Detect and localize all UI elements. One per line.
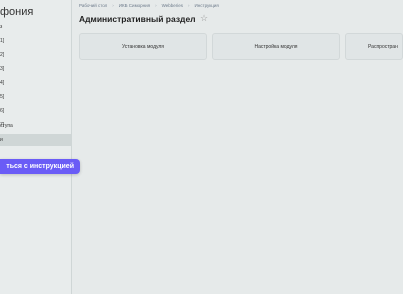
sidebar-item-active[interactable]: и [0, 134, 71, 146]
breadcrumb-item[interactable]: ИКБ Симорния [119, 3, 150, 8]
sidebar-item[interactable]: 5] [0, 91, 71, 103]
breadcrumb-item[interactable]: Webberies [162, 3, 183, 8]
sidebar-item[interactable]: 4] [0, 77, 71, 89]
sidebar-item[interactable]: з [0, 21, 71, 33]
breadcrumb-separator-icon: › [188, 3, 190, 8]
sidebar-item[interactable]: 6] [0, 105, 71, 117]
sidebar-title: фония [0, 6, 34, 18]
favorite-star-icon[interactable]: ☆ [200, 13, 208, 24]
sidebar-item[interactable]: 3] [0, 63, 71, 75]
card-distribution[interactable]: Распростран [345, 33, 403, 60]
breadcrumb-separator-icon: › [155, 3, 157, 8]
breadcrumb-item[interactable]: Инструкция [195, 3, 219, 8]
breadcrumb-separator-icon: › [112, 3, 114, 8]
page-title: Административный раздел [79, 14, 196, 24]
breadcrumb-item[interactable]: Рабочий стол [79, 3, 107, 8]
open-instruction-button[interactable]: ться с инструкцией [0, 159, 80, 174]
sidebar-item-access[interactable]: ступа [0, 120, 71, 132]
sidebar: фония з 1] 2] 3] 4] 5] 6] 7] ступа и [0, 0, 72, 294]
card-install-module[interactable]: Установка модуля [79, 33, 207, 60]
sidebar-item[interactable]: 2] [0, 49, 71, 61]
card-module-settings[interactable]: Настройка модуля [212, 33, 340, 60]
breadcrumb: Рабочий стол › ИКБ Симорния › Webberies › Инст… [79, 3, 219, 8]
sidebar-item[interactable]: 1] [0, 35, 71, 47]
